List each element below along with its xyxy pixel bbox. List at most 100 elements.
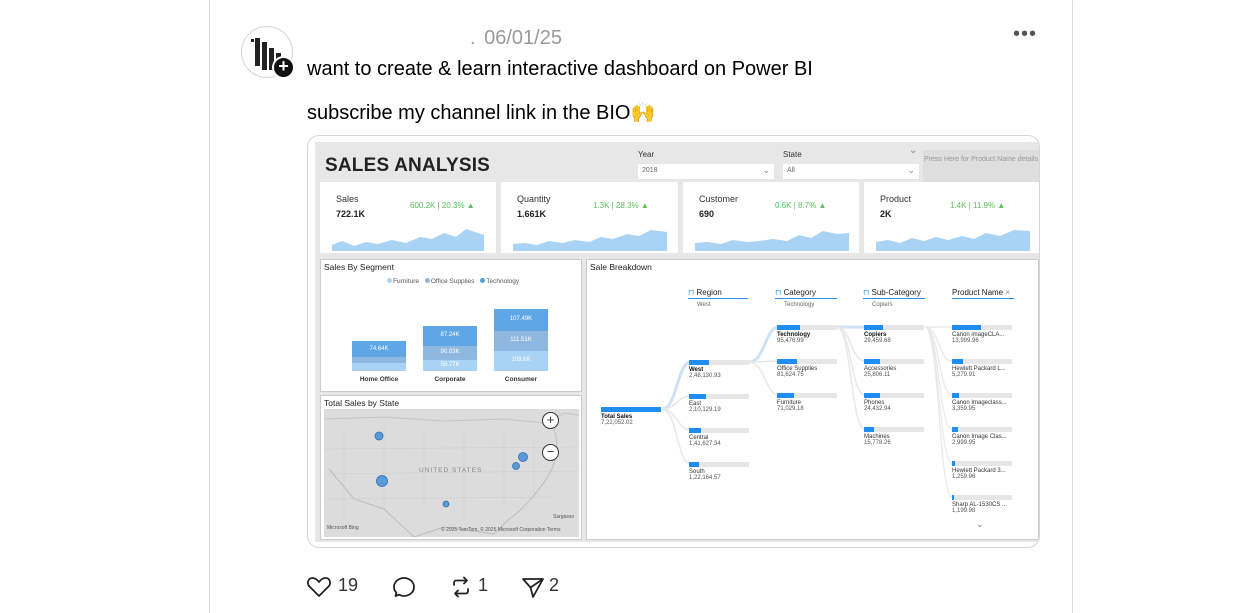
legend-item: Technology bbox=[486, 278, 520, 285]
kpi-label: Quantity bbox=[517, 194, 551, 204]
node-value: 13,999.96 bbox=[952, 338, 979, 344]
tree-head-label: Region bbox=[696, 288, 722, 297]
tree-node-total[interactable]: Total Sales 7,22,052.02 bbox=[601, 407, 661, 426]
tree-node-product[interactable]: Hewlett Packard 3... 1,259.96 bbox=[952, 461, 1012, 480]
follow-plus-icon[interactable]: + bbox=[272, 56, 295, 79]
tree-node-subcategory[interactable]: Copiers 29,459.68 bbox=[864, 325, 924, 344]
tree-node-subcategory[interactable]: Machines 15,778.26 bbox=[864, 427, 924, 446]
sale-breakdown-tree: Sale Breakdown ⊓ Region West ⊓ Category … bbox=[586, 259, 1039, 540]
post-text-line1: want to create & learn interactive dashb… bbox=[307, 58, 813, 80]
node-value: 7,22,052.02 bbox=[601, 420, 633, 426]
state-slicer-label: State bbox=[783, 150, 802, 159]
like-count: 19 bbox=[338, 575, 359, 595]
legend-item: Office Supplies bbox=[430, 278, 475, 285]
segment-label: Consumer bbox=[504, 376, 538, 383]
node-value: 95,476.99 bbox=[777, 338, 804, 344]
chevron-down-icon: ⌄ bbox=[762, 165, 770, 175]
sparkline bbox=[332, 229, 484, 251]
node-value: 24,432.94 bbox=[864, 406, 891, 412]
kpi-value: 690 bbox=[699, 209, 715, 219]
bar-label: 107.49K bbox=[509, 316, 533, 322]
node-value: 15,778.26 bbox=[864, 440, 891, 446]
more-options-icon[interactable]: ••• bbox=[1013, 23, 1037, 46]
tree-head-underline bbox=[688, 298, 748, 299]
sales-by-segment-chart: Sales By Segment Furniture Office Suppli… bbox=[320, 259, 582, 392]
tree-head-label: Product Name bbox=[952, 288, 1004, 297]
map-attribution: © 2025 TomTom, © 2025 Microsoft Corporat… bbox=[441, 527, 561, 533]
node-value: 1,41,627.34 bbox=[689, 441, 721, 447]
kpi-card-quantity: Quantity 1.661K 1.3K | 28.3% ▲ bbox=[501, 182, 678, 253]
bar-label: 87.24K bbox=[440, 332, 460, 338]
tree-node-region[interactable]: East 2,10,129.19 bbox=[689, 394, 749, 413]
map-bubble[interactable] bbox=[518, 452, 528, 462]
dashboard-title: SALES ANALYSIS bbox=[325, 155, 491, 176]
map-bubble[interactable] bbox=[376, 475, 388, 487]
map-region-label: Sargasso bbox=[553, 514, 575, 520]
kpi-value: 722.1K bbox=[336, 209, 366, 219]
tree-node-subcategory[interactable]: Accessories 25,806.11 bbox=[864, 359, 924, 378]
tree-node-category[interactable]: Furniture 71,029.18 bbox=[777, 393, 837, 412]
tree-node-category[interactable]: Office Supplies 81,624.75 bbox=[777, 359, 837, 378]
state-slicer-value: All bbox=[787, 167, 795, 174]
kpi-label: Sales bbox=[336, 194, 359, 204]
tree-head-category[interactable]: ⊓ Category bbox=[775, 288, 816, 297]
share-icon[interactable] bbox=[520, 575, 546, 599]
tree-head-sub: West bbox=[697, 302, 711, 308]
legend-dot bbox=[387, 278, 392, 283]
scroll-down-chevron-icon[interactable]: ⌄ bbox=[976, 519, 984, 530]
state-slicer[interactable]: All ⌄ bbox=[783, 164, 919, 179]
tree-head-product[interactable]: Product Name × bbox=[952, 288, 1010, 297]
close-icon[interactable]: × bbox=[1005, 288, 1010, 297]
node-value: 1,199.98 bbox=[952, 508, 976, 514]
node-value: 29,459.68 bbox=[864, 338, 891, 344]
node-value: 25,806.11 bbox=[864, 372, 891, 378]
node-value: 3,359.95 bbox=[952, 406, 976, 412]
year-slicer[interactable]: 2018 ⌄ bbox=[638, 164, 774, 179]
tree-node-product[interactable]: Sharp AL-1530CS ... 1,199.98 bbox=[952, 495, 1012, 514]
sparkline bbox=[513, 230, 667, 251]
tree-node-product[interactable]: Canon Imageclass... 3,359.95 bbox=[952, 393, 1012, 412]
zoom-in-icon[interactable]: + bbox=[542, 412, 559, 429]
kpi-label: Customer bbox=[699, 194, 739, 204]
tree-head-label: Category bbox=[783, 288, 816, 297]
bar-label: 109.6K bbox=[511, 357, 531, 363]
map-canvas[interactable]: UNITED STATES + − Microsoft Bing © 2025 … bbox=[324, 409, 579, 537]
comment-icon[interactable] bbox=[391, 575, 417, 599]
bar-home-office[interactable] bbox=[352, 363, 406, 371]
tree-node-category[interactable]: Technology 95,476.99 bbox=[777, 325, 837, 344]
tree-node-region[interactable]: West 2,48,130.93 bbox=[689, 360, 749, 379]
tree-node-subcategory[interactable]: Phones 24,432.94 bbox=[864, 393, 924, 412]
tree-node-product[interactable]: Hewlett Packard L... 5,279.91 bbox=[952, 359, 1012, 378]
post-image[interactable]: SALES ANALYSIS Year 2018 ⌄ State ⌄ All ⌄… bbox=[307, 135, 1040, 548]
node-value: 5,279.91 bbox=[952, 372, 976, 378]
tree-node-product[interactable]: Canon Image Clas... 2,999.95 bbox=[952, 427, 1012, 446]
username[interactable]: . bbox=[470, 27, 476, 49]
product-details-button[interactable]: Press Here for Product Name details bbox=[923, 150, 1039, 182]
node-value: 2,48,130.93 bbox=[689, 373, 721, 379]
bar-label: 58.77K bbox=[440, 362, 460, 368]
post-text-line2: subscribe my channel link in the BIO🙌 bbox=[307, 102, 656, 124]
kpi-value: 2K bbox=[880, 209, 892, 219]
tree-head-underline bbox=[952, 298, 1014, 299]
year-slicer-value: 2018 bbox=[642, 167, 658, 174]
legend-dot bbox=[480, 278, 486, 283]
map-bubble[interactable] bbox=[442, 500, 450, 508]
post-meta: . 06/01/25 bbox=[470, 27, 562, 50]
kpi-delta: 0.6K | 8.7% ▲ bbox=[775, 201, 827, 210]
heart-icon[interactable] bbox=[306, 575, 332, 599]
map-title: Total Sales by State bbox=[324, 398, 400, 408]
tree-node-region[interactable]: Central 1,41,627.34 bbox=[689, 428, 749, 447]
bar-label: 111.51K bbox=[510, 337, 532, 343]
lock-icon: ⊓ bbox=[863, 288, 870, 297]
tree-node-product[interactable]: Canon imageCLA... 13,999.96 bbox=[952, 325, 1012, 344]
map-bubble[interactable] bbox=[512, 462, 520, 470]
post-date[interactable]: 06/01/25 bbox=[484, 27, 562, 49]
tree-node-region[interactable]: South 1,22,164.57 bbox=[689, 462, 749, 481]
zoom-out-icon[interactable]: − bbox=[542, 444, 559, 461]
kpi-card-customer: Customer 690 0.6K | 8.7% ▲ bbox=[683, 182, 859, 253]
kpi-card-sales: Sales 722.1K 600.2K | 20.3% ▲ bbox=[320, 182, 496, 253]
map-bubble[interactable] bbox=[374, 431, 384, 441]
repost-icon[interactable] bbox=[448, 575, 474, 599]
tree-head-region[interactable]: ⊓ Region bbox=[688, 288, 722, 297]
tree-head-subcategory[interactable]: ⊓ Sub-Category bbox=[863, 288, 921, 297]
